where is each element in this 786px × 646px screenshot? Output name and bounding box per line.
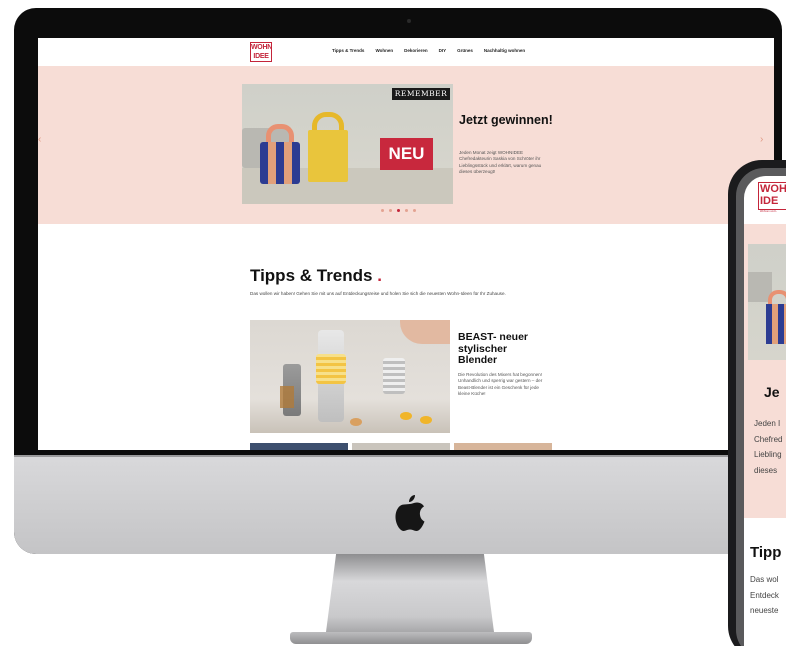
apple-logo-icon <box>395 495 425 531</box>
phone-logo-line-1: WOH <box>760 183 786 195</box>
section-subtitle: Das wollen wir haben! Gehen Sie mit uns … <box>250 291 506 296</box>
slider-next-arrow-icon[interactable]: › <box>760 134 763 145</box>
thumbnail[interactable] <box>250 443 348 450</box>
hero-text: Jeden Monat zeigt WOHNIDEE Chefredakteur… <box>459 150 542 175</box>
imac-chin-divider <box>14 455 782 457</box>
nav-item-diy[interactable]: DIY <box>439 48 447 53</box>
slider-dot-4[interactable] <box>405 209 408 212</box>
logo-line-1: WOHN <box>251 44 272 51</box>
slider-dots <box>381 209 416 212</box>
phone-hero-image[interactable] <box>748 244 786 360</box>
article-title[interactable]: BEAST- neuer stylischer Blender <box>458 331 548 367</box>
article-teaser: Die Revolution des Mixers hat begonnen! … <box>458 372 543 397</box>
lemon-shape <box>420 416 432 424</box>
device-mockup: WOHN IDEE Tipps & Trends Wohnen Dekorier… <box>0 0 786 646</box>
camera-dot <box>407 19 411 23</box>
lemon-shape <box>400 412 412 420</box>
hero-image[interactable]: NEU REMEMBER <box>242 84 453 204</box>
website-screen: WOHN IDEE Tipps & Trends Wohnen Dekorier… <box>38 38 774 450</box>
section-title: Tipps & Trends . <box>250 266 382 286</box>
site-logo[interactable]: WOHN IDEE <box>250 42 272 62</box>
hero-title[interactable]: Jetzt gewinnen! <box>459 113 579 127</box>
phone-subtitle-line: Entdeck <box>750 590 779 600</box>
phone-hero-text-line: Jeden I <box>754 419 781 428</box>
phone-hero-text-line: dieses <box>754 465 778 475</box>
phone-section-title: Tipp <box>750 544 782 561</box>
remember-badge: REMEMBER <box>392 88 450 100</box>
striped-bag-shape <box>766 304 786 344</box>
imac-stand-base <box>290 632 532 644</box>
section-title-dot: . <box>377 266 382 285</box>
nav-item-tipps-trends[interactable]: Tipps & Trends <box>332 48 364 53</box>
blender-jar-shape <box>280 386 294 408</box>
striped-bag-shape <box>260 142 300 184</box>
phone-hero-text: Jeden I Chefred Liebling dieses <box>754 416 786 478</box>
nav-item-dekorieren[interactable]: Dekorieren <box>404 48 428 53</box>
phone-screen: WOH IDE Wohnen und L Je Jeden I Chefred … <box>744 176 786 646</box>
slider-dot-2[interactable] <box>389 209 392 212</box>
thumbnail[interactable] <box>454 443 552 450</box>
slider-dot-5[interactable] <box>413 209 416 212</box>
imac-stand <box>326 554 494 632</box>
hand-shape <box>400 320 450 344</box>
slider-prev-arrow-icon[interactable]: ‹ <box>38 134 41 145</box>
slider-dot-3[interactable] <box>397 209 400 212</box>
phone-subtitle-line: Das wol <box>750 575 779 584</box>
slider-dot-1[interactable] <box>381 209 384 212</box>
blender-shape <box>383 358 405 394</box>
ginger-shape <box>350 418 362 426</box>
section-title-text: Tipps & Trends <box>250 266 373 285</box>
site-header: WOHN IDEE Tipps & Trends Wohnen Dekorier… <box>38 38 774 66</box>
phone-logo-line-2: IDE <box>760 195 779 207</box>
nav-item-nachhaltig-wohnen[interactable]: Nachhaltig wohnen <box>484 48 525 53</box>
article-thumbnails <box>250 443 552 450</box>
phone-section-subtitle: Das wol Entdeck neueste <box>750 572 779 619</box>
phone-site-logo[interactable]: WOH IDE <box>758 182 786 210</box>
logo-line-2: IDEE <box>253 53 269 60</box>
phone-subtitle-line: neueste <box>750 606 779 615</box>
phone-logo-tagline: Wohnen und L <box>760 210 777 213</box>
blender-jar-shape <box>316 354 346 384</box>
main-nav: Tipps & Trends Wohnen Dekorieren DIY Grü… <box>332 48 525 53</box>
hero-slider: ‹ › NEU REMEMBER Jetzt gewinnen! Jeden M… <box>38 66 774 224</box>
phone-hero-text-line: Liebling <box>754 450 782 459</box>
phone-hero-text-line: Chefred <box>754 434 783 444</box>
nav-item-wohnen[interactable]: Wohnen <box>375 48 393 53</box>
nav-item-gruenes[interactable]: Grünes <box>457 48 473 53</box>
phone-hero-title[interactable]: Je <box>764 384 780 400</box>
yellow-bag-shape <box>308 130 348 182</box>
thumbnail[interactable] <box>352 443 450 450</box>
neu-badge: NEU <box>380 138 433 170</box>
article-image[interactable] <box>250 320 450 433</box>
